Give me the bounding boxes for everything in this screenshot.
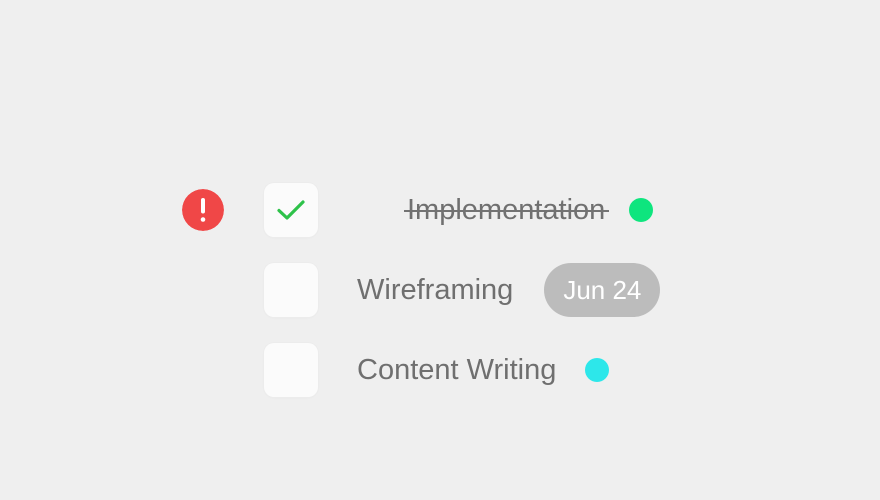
due-date-badge[interactable]: Jun 24	[544, 263, 661, 317]
task-label: Content Writing	[357, 354, 557, 386]
status-dot-green	[629, 198, 654, 222]
task-checkbox[interactable]	[264, 263, 318, 317]
strikethrough-line	[404, 210, 610, 212]
task-row-content-writing[interactable]: Content Writing	[264, 343, 610, 397]
task-checkbox[interactable]	[264, 343, 318, 397]
task-label-completed: Implementation	[404, 183, 610, 237]
task-checkbox-checked[interactable]	[264, 183, 318, 237]
task-label: Wireframing	[357, 274, 514, 306]
task-row-wireframing[interactable]: Wireframing Jun 24	[264, 263, 661, 317]
exclamation-icon	[182, 189, 224, 231]
status-dot-cyan	[585, 358, 610, 382]
checkmark-icon	[277, 200, 305, 220]
task-row-implementation[interactable]: Implementation	[264, 183, 654, 237]
